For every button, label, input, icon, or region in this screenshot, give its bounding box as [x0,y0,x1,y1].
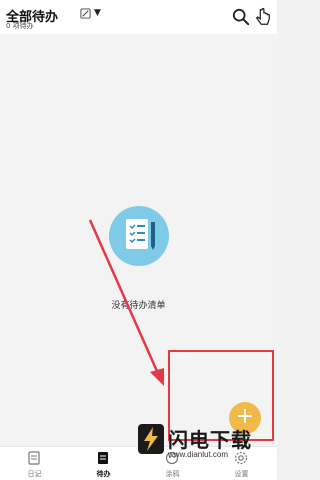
tab-diary-label: 日记 [27,470,42,478]
search-icon[interactable] [232,8,250,26]
todo-clipboard-icon [109,206,169,266]
todo-icon [98,452,108,464]
diary-icon [28,451,40,465]
lightning-logo-icon [138,424,164,454]
app-header: 全部待办 ▼ 0 项待办 [0,0,277,34]
watermark: 闪电下载 www.dianlut.com [138,420,277,468]
edit-icon[interactable] [80,8,91,19]
tab-todo-label: 待办 [96,470,111,478]
touch-icon[interactable] [254,7,272,27]
caret-down-icon[interactable]: ▼ [94,8,101,18]
tab-settings-label: 设置 [234,470,249,478]
watermark-url: www.dianlut.com [168,450,229,459]
watermark-brand: 闪电下载 [168,428,252,452]
tab-diary[interactable]: 日记 [0,447,69,480]
empty-state-message: 没有待办清单 [111,301,166,311]
tab-todo[interactable]: 待办 [69,447,138,480]
todo-count: 0 项待办 [6,22,34,30]
tab-doodle-label: 涂鸦 [165,470,180,478]
